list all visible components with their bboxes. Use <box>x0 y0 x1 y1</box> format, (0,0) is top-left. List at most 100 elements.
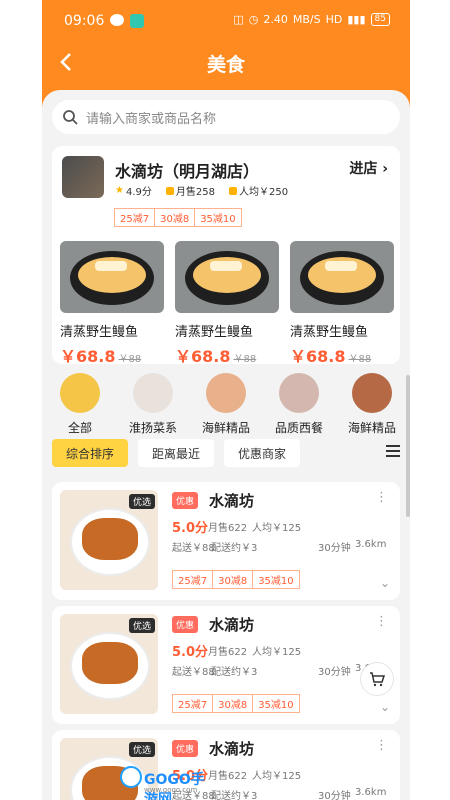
vibration-icon: ◫ <box>233 13 244 26</box>
distance: 3.6km <box>355 539 387 550</box>
scrollbar[interactable] <box>406 375 410 517</box>
search-input[interactable]: 请输入商家或商品名称 <box>52 100 400 134</box>
coupon: 30减8 <box>213 695 254 712</box>
dish-image <box>290 241 394 313</box>
app-notification-icon <box>130 14 144 28</box>
status-bar: 09:06 ◫ ◷ 2.40 MB/S HD ▮▮▮ 85 <box>42 10 410 32</box>
store-name: 水滴坊 <box>209 492 255 510</box>
coupon: 35减10 <box>258 576 294 587</box>
preferred-badge: 优选 <box>128 494 155 509</box>
navigation-bar: 美食 <box>42 44 410 80</box>
dish-card[interactable]: 清蒸野生鳗鱼 ￥68.8 ￥88 <box>290 241 394 367</box>
monthly-sales: 月售622 <box>208 647 248 658</box>
dish-image <box>175 241 279 313</box>
store-name: 水滴坊 <box>209 740 255 758</box>
preferred-badge: 优选 <box>128 618 155 633</box>
store-list-item[interactable]: 优选 优惠 水滴坊 ⋮ 5.0分 月售622 人均￥125 起送￥88 配送约￥… <box>52 482 400 600</box>
store-list-item[interactable]: 优选 优惠 水滴坊 ⋮ 5.0分 月售622 人均￥125 起送￥88 配送约￥… <box>52 606 400 724</box>
coupon: 25减7 <box>173 695 214 712</box>
dish-old-price: ￥88 <box>348 354 372 365</box>
preferred-badge: 优选 <box>128 742 155 757</box>
coupon: 25减7 <box>173 571 214 588</box>
search-placeholder: 请输入商家或商品名称 <box>86 111 217 127</box>
more-options-icon[interactable]: ⋮ <box>375 738 388 753</box>
delivery-time: 30分钟 <box>318 791 351 800</box>
menu-icon[interactable] <box>386 445 400 457</box>
delivery-time: 30分钟 <box>318 667 351 678</box>
dish-price: ￥68.8 ￥88 <box>175 343 279 367</box>
category-huaiyang[interactable]: 淮扬菜系 <box>123 373 183 436</box>
cart-button[interactable] <box>360 662 394 696</box>
signal-icon: ▮▮▮ <box>347 13 366 26</box>
expand-chevron-icon[interactable]: ⌄ <box>380 576 390 590</box>
store-photo: 优选 <box>60 614 158 714</box>
delivery-time: 30分钟 <box>318 543 351 554</box>
category-label: 海鲜精品 <box>347 421 396 435</box>
category-label: 淮扬菜系 <box>128 421 177 435</box>
network-speed: 2.40 <box>263 13 288 26</box>
page-title: 美食 <box>206 54 245 76</box>
category-all[interactable]: 全部 <box>50 373 110 436</box>
dish-card[interactable]: 清蒸野生鳗鱼 ￥68.8 ￥88 <box>175 241 279 367</box>
dish-price: ￥68.8 ￥88 <box>290 343 394 367</box>
sort-distance-tab[interactable]: 距离最近 <box>138 439 215 467</box>
sort-comprehensive-tab[interactable]: 综合排序 <box>52 439 129 467</box>
discount-badge: 优惠 <box>172 492 199 509</box>
battery-indicator: 85 <box>370 13 390 26</box>
minimum-order: 起送￥88 <box>172 543 215 554</box>
store-name: 水滴坊（明月湖店） <box>115 162 260 181</box>
store-name: 水滴坊 <box>209 616 255 634</box>
watermark-subtext: www.gogo.com <box>144 786 198 794</box>
category-list: 全部 淮扬菜系 海鲜精品 品质西餐 海鲜精品 <box>50 373 402 436</box>
status-app-icons <box>110 14 144 28</box>
store-score: 5.0分 <box>172 645 209 660</box>
discount-badge: 优惠 <box>172 616 199 633</box>
delivery-fee: 配送约￥3 <box>211 667 258 678</box>
utensils-icon <box>228 186 237 195</box>
average-price: 人均￥125 <box>252 771 302 782</box>
dish-name: 清蒸野生鳗鱼 <box>175 325 254 340</box>
distance: 3.6km <box>355 787 387 798</box>
wechat-icon <box>110 14 124 26</box>
category-western[interactable]: 品质西餐 <box>269 373 329 436</box>
alarm-icon: ◷ <box>248 13 259 26</box>
discount-store-tab[interactable]: 优惠商家 <box>224 439 301 467</box>
discount-badge: 优惠 <box>172 740 199 757</box>
more-options-icon[interactable]: ⋮ <box>375 614 388 629</box>
app-screen: 09:06 ◫ ◷ 2.40 MB/S HD ▮▮▮ 85 美食 请输入商家或商… <box>42 0 410 800</box>
enter-store-label: 进店 <box>349 161 378 177</box>
featured-store-card[interactable]: 水滴坊（明月湖店） 进店 › ★ 4.9分 月售258 人均￥250 25减7 3… <box>52 146 400 367</box>
category-label: 全部 <box>67 421 92 435</box>
cart-icon <box>370 672 386 687</box>
dish-current-price: ￥68.8 <box>175 347 231 366</box>
rating: ★ 4.9分 <box>115 183 152 198</box>
steak-icon <box>279 373 319 413</box>
coupon-list: 25减7 30减8 35减10 <box>114 208 242 227</box>
sales-icon <box>165 186 174 195</box>
watermark-logo: GOGO手游网 www.gogo.com <box>120 766 218 800</box>
average-price: 人均￥125 <box>252 647 302 658</box>
category-seafood-2[interactable]: 海鲜精品 <box>342 373 402 436</box>
expand-chevron-icon[interactable]: ⌄ <box>380 700 390 714</box>
filter-bar: 综合排序 距离最近 优惠商家 <box>52 439 400 467</box>
star-icon: ★ <box>115 185 124 196</box>
dish-image <box>60 241 164 313</box>
category-seafood[interactable]: 海鲜精品 <box>196 373 256 436</box>
average-price: 人均￥125 <box>252 523 302 534</box>
monthly-sales: 月售258 <box>165 183 215 198</box>
hd-label: HD <box>325 13 343 26</box>
store-list-item[interactable]: 优选 优惠 水滴坊 ⋮ 5.0分 月售622 人均￥125 起送￥88 配送约￥… <box>52 730 400 800</box>
more-options-icon[interactable]: ⋮ <box>375 490 388 505</box>
monthly-sales-value: 月售258 <box>175 187 215 198</box>
minimum-order: 起送￥88 <box>172 667 215 678</box>
all-icon <box>60 373 100 413</box>
dish-card[interactable]: 清蒸野生鳗鱼 ￥68.8 ￥88 <box>60 241 164 367</box>
enter-store-button[interactable]: 进店 › <box>349 158 388 178</box>
average-price: 人均￥250 <box>228 183 288 198</box>
chevron-right-icon: › <box>382 161 388 177</box>
coupon-list: 25减7 30减8 35减10 <box>172 570 300 589</box>
pizza-icon <box>206 373 246 413</box>
dish-current-price: ￥68.8 <box>60 347 116 366</box>
coupon: 30减8 <box>155 209 196 226</box>
watermark-text: GOGO手游网 <box>144 772 205 800</box>
